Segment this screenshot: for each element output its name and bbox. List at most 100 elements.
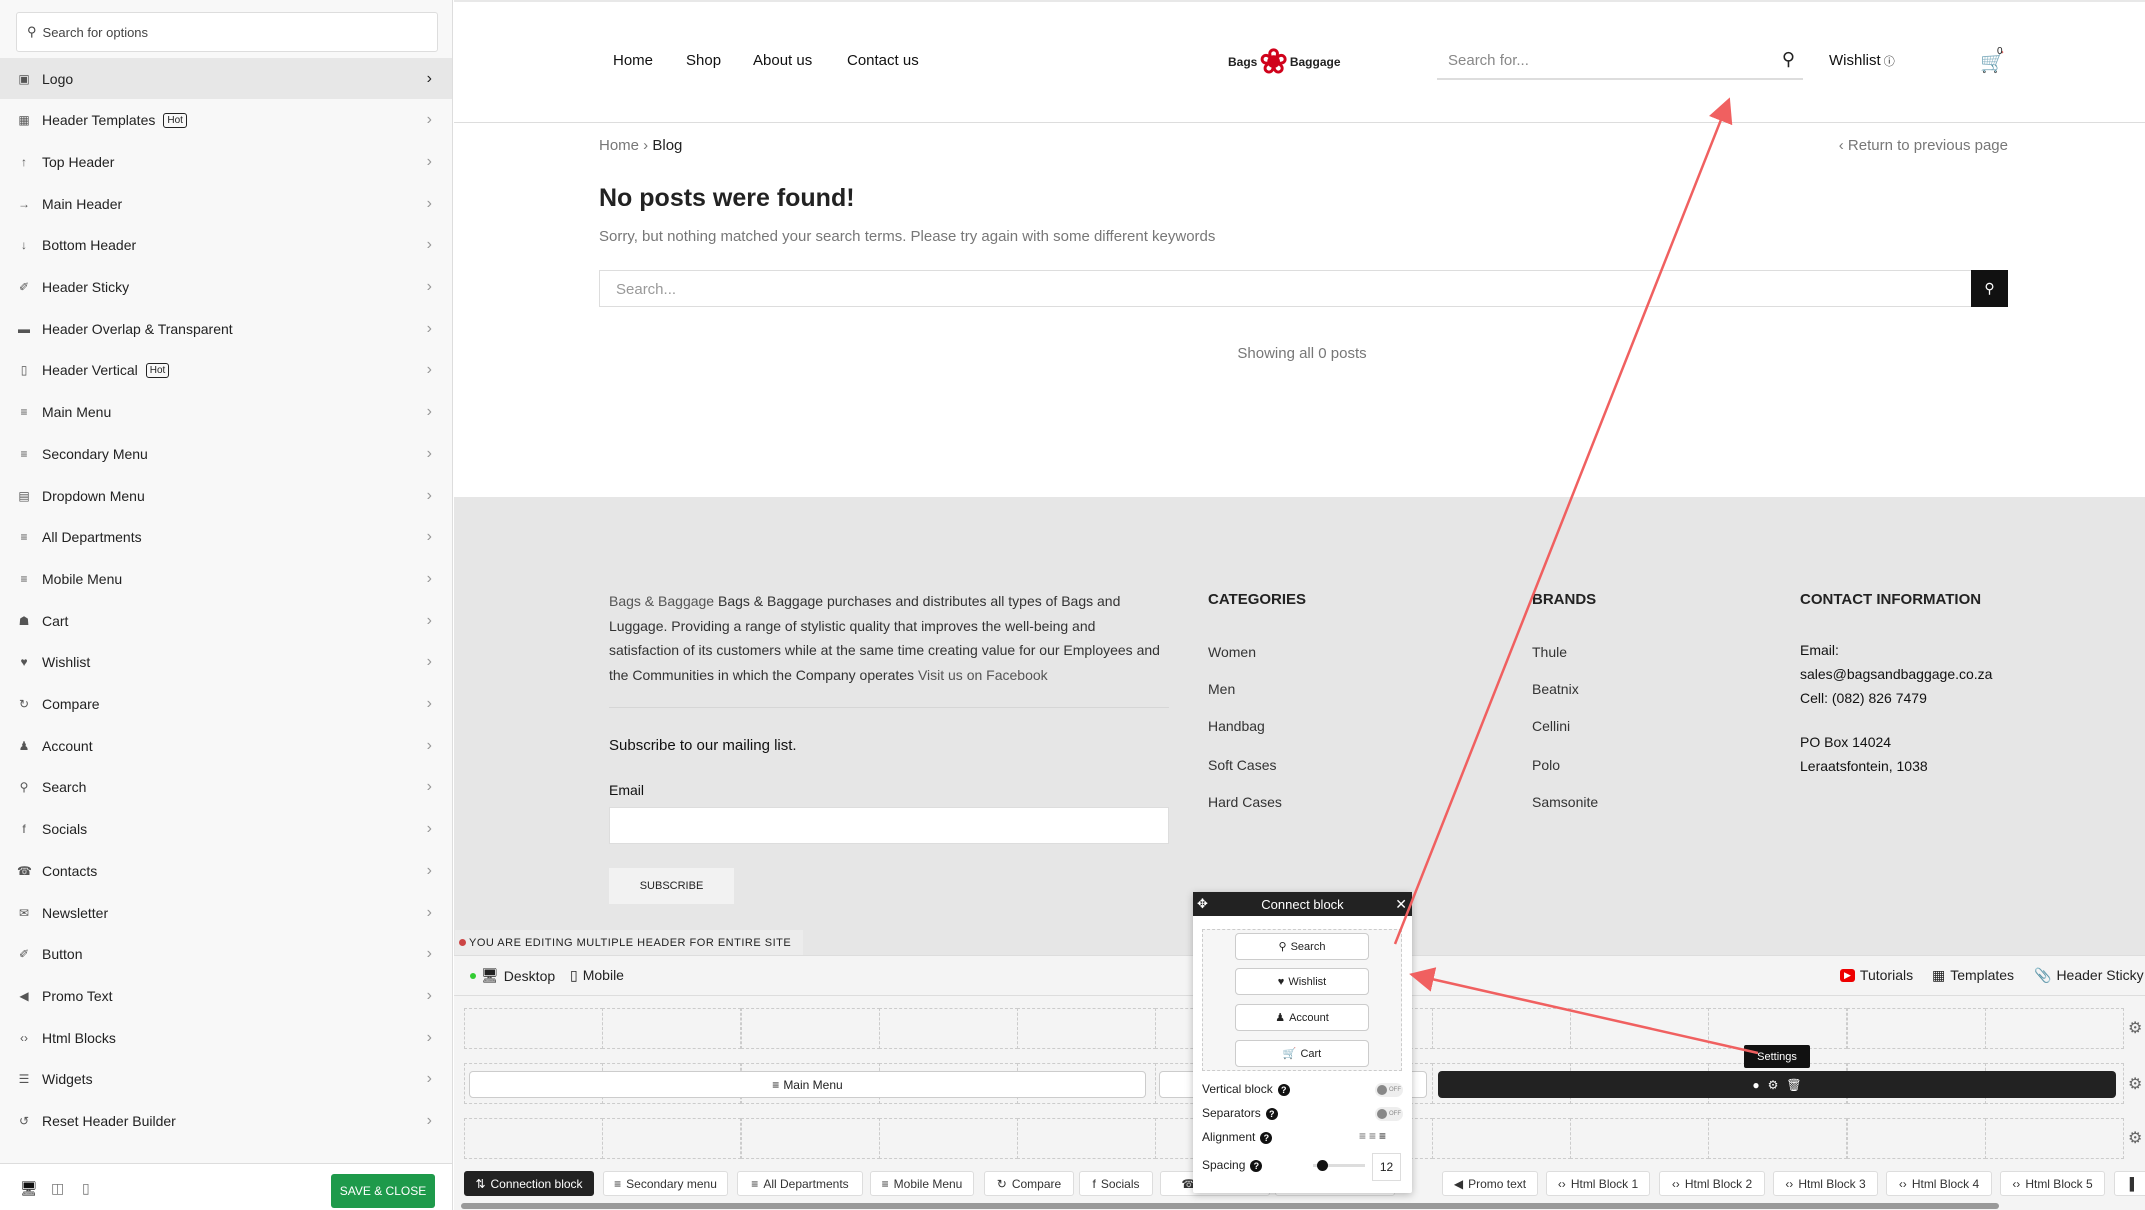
site-logo[interactable]: Bags ❀ Baggage (1228, 40, 1378, 84)
move-icon[interactable]: ✥ (1197, 896, 1208, 912)
header-grid-cell[interactable] (1570, 1008, 1709, 1049)
spacing-value-input[interactable]: 12 (1372, 1153, 1401, 1181)
brand-link[interactable]: Polo (1532, 757, 1560, 773)
return-link[interactable]: ‹ Return to previous page (1839, 137, 2008, 154)
connected-item-cart[interactable]: 🛒 Cart (1235, 1040, 1369, 1067)
trash-icon[interactable]: 🗑 (1786, 1078, 1801, 1092)
sidebar-item-header-templates[interactable]: ▦ Header Templates Hot › (0, 100, 452, 141)
header-grid-cell[interactable] (1570, 1118, 1709, 1159)
header-grid-cell[interactable] (464, 1008, 603, 1049)
category-link[interactable]: Soft Cases (1208, 757, 1276, 773)
wishlist-link[interactable]: Wishlist ⓘ (1829, 52, 1895, 69)
sidebar-item-all-departments[interactable]: ≡ All Departments › (0, 517, 452, 558)
brand-link[interactable]: Thule (1532, 644, 1567, 660)
sidebar-item-dropdown-menu[interactable]: ▤ Dropdown Menu › (0, 475, 452, 516)
search-options-input[interactable]: ⚲ Search for options (16, 12, 438, 52)
element-tab-html-block-2[interactable]: ‹› Html Block 2 (1659, 1171, 1765, 1196)
row-settings-gear-icon[interactable]: ⚙ (2128, 1018, 2142, 1038)
element-tab-html-block-1[interactable]: ‹› Html Block 1 (1546, 1171, 1650, 1196)
element-tab-socials[interactable]: f Socials (1079, 1171, 1153, 1196)
search-icon[interactable]: ⚲ (1782, 48, 1795, 70)
header-grid-cell[interactable] (1846, 1008, 1986, 1049)
header-grid-cell[interactable] (1984, 1008, 2124, 1049)
header-grid-cell[interactable] (1984, 1118, 2124, 1159)
connected-item-search[interactable]: ⚲ Search (1235, 933, 1369, 960)
element-tab-all-departments[interactable]: ≡ All Departments (737, 1171, 863, 1196)
header-grid-cell[interactable] (602, 1008, 742, 1049)
category-link[interactable]: Handbag (1208, 718, 1265, 734)
element-tab-promo-text[interactable]: ◀ Promo text (1442, 1171, 1538, 1196)
header-grid-cell[interactable] (740, 1118, 880, 1159)
element-tab-mobile-menu[interactable]: ≡ Mobile Menu (870, 1171, 974, 1196)
slider-handle[interactable] (1317, 1160, 1328, 1171)
element-tab-secondary-menu[interactable]: ≡ Secondary menu (603, 1171, 728, 1196)
help-icon[interactable]: ? (1250, 1160, 1263, 1172)
element-tab-compare[interactable]: ↻ Compare (984, 1171, 1074, 1196)
category-link[interactable]: Hard Cases (1208, 794, 1282, 810)
sidebar-item-header-sticky[interactable]: ✐ Header Sticky › (0, 267, 452, 308)
element-tab-html-block-5[interactable]: ‹› Html Block 5 (2000, 1171, 2105, 1196)
sidebar-item-top-header[interactable]: ↑ Top Header › (0, 141, 452, 182)
mobile-tab[interactable]: ▯ Mobile (570, 967, 624, 984)
brand-link[interactable]: Samsonite (1532, 794, 1598, 810)
nav-home[interactable]: Home (613, 52, 653, 69)
blog-search-input[interactable]: Search... (599, 270, 2008, 307)
element-tab-connection-block[interactable]: ⇅ Connection block (464, 1171, 594, 1196)
help-icon[interactable]: ? (1265, 1108, 1278, 1120)
popup-header[interactable]: ✥ Connect block ✕ (1193, 892, 1412, 916)
align-left-icon[interactable]: ≡ (1359, 1129, 1369, 1143)
nav-shop[interactable]: Shop (686, 52, 721, 69)
sidebar-item-main-header[interactable]: → Main Header › (0, 183, 452, 224)
sidebar-item-secondary-menu[interactable]: ≡ Secondary Menu › (0, 433, 452, 474)
header-sticky-link[interactable]: 📎 Header Sticky (2034, 967, 2144, 984)
nav-contact[interactable]: Contact us (847, 52, 919, 69)
row-settings-gear-icon[interactable]: ⚙ (2128, 1128, 2142, 1148)
desktop-preview-icon[interactable]: 🖥 (20, 1180, 38, 1197)
header-grid-cell[interactable] (1017, 1118, 1156, 1159)
newsletter-email-input[interactable] (609, 807, 1169, 844)
header-grid-cell[interactable] (1431, 1008, 1571, 1049)
header-grid-cell[interactable] (1708, 1118, 1848, 1159)
templates-link[interactable]: ▦ Templates (1932, 967, 2014, 984)
brand-link[interactable]: Cellini (1532, 718, 1570, 734)
desktop-tab[interactable]: 🖥 Desktop (470, 967, 555, 984)
header-grid-cell[interactable] (740, 1008, 880, 1049)
sidebar-item-promo-text[interactable]: ◀ Promo Text › (0, 975, 452, 1016)
sidebar-item-search[interactable]: ⚲ Search › (0, 767, 452, 808)
header-grid-cell[interactable] (878, 1008, 1018, 1049)
header-grid-cell[interactable] (464, 1118, 603, 1159)
row-settings-gear-icon[interactable]: ⚙ (2128, 1074, 2142, 1094)
align-right-icon[interactable]: ≡ (1379, 1129, 1389, 1143)
align-center-icon[interactable]: ≡ (1369, 1129, 1379, 1143)
brand-link[interactable]: Beatnix (1532, 681, 1579, 697)
connected-item-account[interactable]: ♟ Account (1235, 1004, 1369, 1031)
facebook-link[interactable]: Visit us on Facebook (918, 667, 1048, 683)
horizontal-scrollbar[interactable] (461, 1203, 1999, 1209)
spacing-slider[interactable] (1313, 1160, 1365, 1171)
blog-search-button[interactable]: ⚲ (1971, 270, 2008, 307)
separators-toggle[interactable]: OFF (1375, 1107, 1403, 1121)
sidebar-item-html-blocks[interactable]: ‹› Html Blocks › (0, 1017, 452, 1058)
subscribe-button[interactable]: SUBSCRIBE (609, 868, 734, 904)
sidebar-item-account[interactable]: ♟ Account › (0, 725, 452, 766)
help-icon[interactable]: ? (1277, 1084, 1290, 1096)
sidebar-item-header-vertical[interactable]: ▯ Header Vertical Hot › (0, 350, 452, 391)
contact-email[interactable]: sales@bagsandbaggage.co.za (1800, 666, 1992, 682)
sidebar-item-compare[interactable]: ↻ Compare › (0, 684, 452, 725)
connection-block-element[interactable]: ● ⚙ 🗑 (1438, 1071, 2116, 1098)
header-grid-cell[interactable] (602, 1118, 742, 1159)
header-grid-cell[interactable] (1017, 1008, 1156, 1049)
element-tab-more[interactable]: ▌ (2114, 1171, 2145, 1196)
sidebar-item-bottom-header[interactable]: ↓ Bottom Header › (0, 225, 452, 266)
help-icon[interactable]: ? (1260, 1132, 1273, 1144)
mobile-preview-icon[interactable]: ▯ (82, 1180, 90, 1197)
element-tab-html-block-4[interactable]: ‹› Html Block 4 (1886, 1171, 1992, 1196)
header-grid-cell[interactable] (878, 1118, 1018, 1159)
sidebar-item-widgets[interactable]: ☰ Widgets › (0, 1059, 452, 1100)
header-grid-cell[interactable] (1708, 1008, 1848, 1049)
sidebar-item-header-overlap-transparent[interactable]: ▬ Header Overlap & Transparent › (0, 308, 452, 349)
category-link[interactable]: Men (1208, 681, 1235, 697)
sidebar-item-contacts[interactable]: ☎ Contacts › (0, 850, 452, 891)
save-close-button[interactable]: SAVE & CLOSE (331, 1174, 435, 1208)
vertical-block-toggle[interactable]: OFF (1375, 1083, 1403, 1097)
